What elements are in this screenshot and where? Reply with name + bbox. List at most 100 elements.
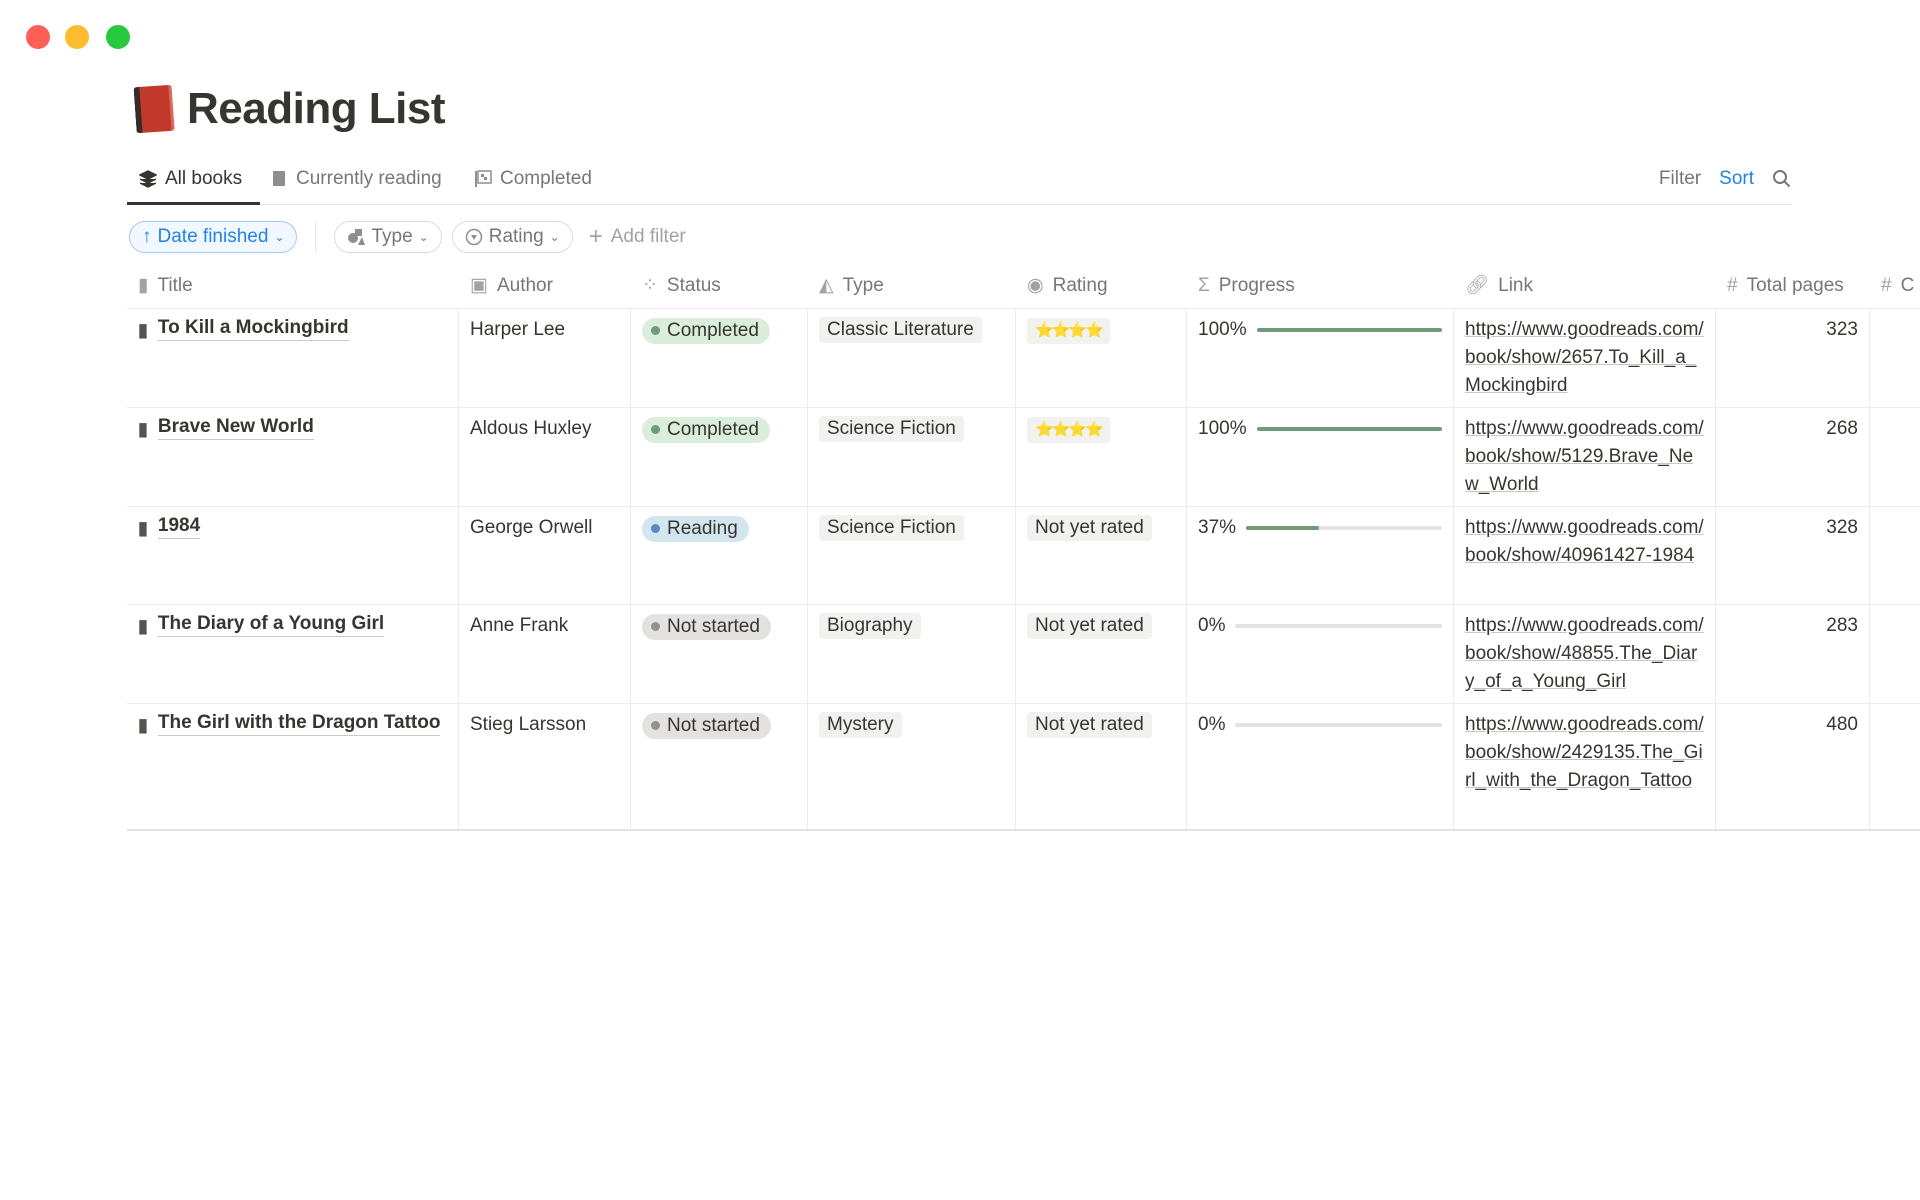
column-header-c[interactable]: # C bbox=[1870, 272, 1920, 300]
status-dot bbox=[651, 721, 660, 730]
column-header-label: Total pages bbox=[1746, 275, 1844, 296]
sort-button[interactable]: Sort bbox=[1719, 168, 1754, 190]
progress-fill bbox=[1246, 526, 1319, 530]
shapes-icon: ◭ bbox=[819, 275, 834, 296]
cell: Not started bbox=[631, 605, 808, 703]
add-filter-button[interactable]: + Add filter bbox=[589, 223, 686, 251]
rating-tag: Not yet rated bbox=[1027, 613, 1152, 639]
column-header-label: Progress bbox=[1218, 275, 1295, 296]
cell: Completed bbox=[631, 309, 808, 407]
title-cell[interactable]: ▮ 1984 bbox=[127, 507, 459, 604]
cell: 0% bbox=[1187, 704, 1454, 829]
window-minimize-button[interactable] bbox=[65, 25, 89, 49]
progress-fill bbox=[1256, 328, 1442, 332]
search-icon[interactable] bbox=[1772, 169, 1792, 189]
red-book-icon bbox=[133, 84, 175, 134]
goodreads-link[interactable]: https://www.goodreads.com/book/show/4885… bbox=[1465, 615, 1704, 692]
column-header-status[interactable]: ⁘ Status bbox=[631, 272, 808, 300]
rating-filter-pill[interactable]: Rating ⌄ bbox=[451, 221, 573, 253]
tab-currently-reading[interactable]: Currently reading bbox=[270, 168, 442, 190]
cell: Mystery bbox=[808, 704, 1016, 829]
chevron-down-icon: ⌄ bbox=[274, 230, 285, 244]
cell: Classic Literature bbox=[808, 309, 1016, 407]
title-cell[interactable]: ▮ To Kill a Mockingbird bbox=[127, 309, 459, 407]
book-title-link[interactable]: 1984 bbox=[157, 514, 201, 539]
cell: https://www.goodreads.com/book/show/4096… bbox=[1454, 507, 1716, 604]
cell: Reading bbox=[631, 507, 808, 604]
book-title-link[interactable]: The Girl with the Dragon Tattoo bbox=[157, 711, 441, 736]
sigma-icon: Σ bbox=[1198, 275, 1210, 296]
cell: Not yet rated bbox=[1016, 704, 1187, 829]
pill-label: Date finished bbox=[157, 226, 269, 247]
goodreads-link[interactable]: https://www.goodreads.com/book/show/4096… bbox=[1465, 517, 1704, 566]
progress-indicator: 100% bbox=[1198, 316, 1442, 344]
column-header-rating[interactable]: ◉ Rating bbox=[1016, 272, 1187, 300]
title-cell[interactable]: ▮ Brave New World bbox=[127, 408, 459, 506]
total-pages-value: 480 bbox=[1826, 714, 1858, 735]
cell: Biography bbox=[808, 605, 1016, 703]
total-pages-value: 283 bbox=[1826, 615, 1858, 636]
title-cell[interactable]: ▮ The Diary of a Young Girl bbox=[127, 605, 459, 703]
page-icon: ▮ bbox=[138, 616, 148, 636]
select-icon bbox=[465, 228, 482, 246]
status-badge: Reading bbox=[642, 515, 749, 542]
book-title-link[interactable]: To Kill a Mockingbird bbox=[157, 316, 349, 341]
table-row: ▮ Brave New World Aldous Huxley Completed Sc… bbox=[127, 408, 1920, 507]
goodreads-link[interactable]: https://www.goodreads.com/book/show/2657… bbox=[1465, 319, 1704, 396]
column-header-link[interactable]: 🔗︎ Link bbox=[1454, 272, 1716, 300]
rating-tag: Not yet rated bbox=[1027, 712, 1152, 738]
cell: https://www.goodreads.com/book/show/4885… bbox=[1454, 605, 1716, 703]
tab-all-books[interactable]: All books bbox=[139, 168, 242, 190]
tab-label: Currently reading bbox=[296, 168, 442, 189]
page-icon: ▮ bbox=[138, 419, 148, 439]
table-row: ▮ The Diary of a Young Girl Anne Frank Not … bbox=[127, 605, 1920, 704]
column-header-type[interactable]: ◭ Type bbox=[808, 272, 1016, 300]
status-dot bbox=[651, 524, 660, 533]
book-title-link[interactable]: The Diary of a Young Girl bbox=[157, 612, 385, 637]
sort-date-finished-pill[interactable]: ↑ Date finished ⌄ bbox=[129, 221, 298, 253]
column-header-author[interactable]: ▣ Author bbox=[459, 272, 631, 300]
status-label: Not started bbox=[667, 615, 760, 637]
page-icon: ▮ bbox=[138, 275, 149, 296]
cell: https://www.goodreads.com/book/show/2657… bbox=[1454, 309, 1716, 407]
total-pages-cell: 480 bbox=[1716, 704, 1870, 829]
page-icon: ▮ bbox=[138, 518, 148, 538]
column-header-total-pages[interactable]: # Total pages bbox=[1716, 272, 1870, 300]
column-header-title[interactable]: ▮ Title bbox=[127, 272, 459, 300]
tab-label: All books bbox=[165, 168, 243, 189]
cell: Not yet rated bbox=[1016, 605, 1187, 703]
add-filter-label: Add filter bbox=[610, 226, 686, 247]
status-label: Not started bbox=[667, 714, 760, 736]
total-pages-cell: 323 bbox=[1716, 309, 1870, 407]
total-pages-value: 323 bbox=[1826, 319, 1858, 340]
column-header-progress[interactable]: Σ Progress bbox=[1187, 272, 1454, 300]
title-cell[interactable]: ▮ The Girl with the Dragon Tattoo bbox=[127, 704, 459, 829]
status-dot bbox=[651, 326, 660, 335]
status-label: Completed bbox=[667, 418, 759, 440]
tab-completed[interactable]: Completed bbox=[474, 168, 592, 190]
goodreads-link[interactable]: https://www.goodreads.com/book/show/2429… bbox=[1465, 714, 1704, 791]
progress-label: 0% bbox=[1198, 615, 1226, 636]
progress-label: 100% bbox=[1198, 418, 1247, 439]
status-label: Reading bbox=[667, 517, 738, 539]
filter-button[interactable]: Filter bbox=[1659, 168, 1701, 190]
author-text: George Orwell bbox=[470, 517, 593, 538]
type-tag: Biography bbox=[819, 613, 921, 639]
total-pages-cell: 283 bbox=[1716, 605, 1870, 703]
cell bbox=[1870, 507, 1920, 604]
progress-label: 0% bbox=[1198, 714, 1226, 735]
window-close-button[interactable] bbox=[26, 25, 50, 49]
books-table: ▮ Title ▣ Author ⁘ Status ◭ Type ◉ Rating Σ Progres… bbox=[127, 264, 1920, 831]
goodreads-link[interactable]: https://www.goodreads.com/book/show/5129… bbox=[1465, 418, 1704, 495]
cell: 37% bbox=[1187, 507, 1454, 604]
book-title-link[interactable]: Brave New World bbox=[157, 415, 314, 440]
view-actions: Filter Sort bbox=[1659, 168, 1792, 190]
total-pages-cell: 328 bbox=[1716, 507, 1870, 604]
page-icon: ▮ bbox=[138, 715, 148, 735]
author-text: Stieg Larsson bbox=[470, 714, 587, 735]
book-icon bbox=[273, 171, 285, 186]
status-label: Completed bbox=[667, 319, 759, 341]
type-filter-pill[interactable]: Type ⌄ bbox=[334, 221, 442, 253]
column-header-label: Type bbox=[842, 275, 884, 296]
window-maximize-button[interactable] bbox=[106, 25, 130, 49]
